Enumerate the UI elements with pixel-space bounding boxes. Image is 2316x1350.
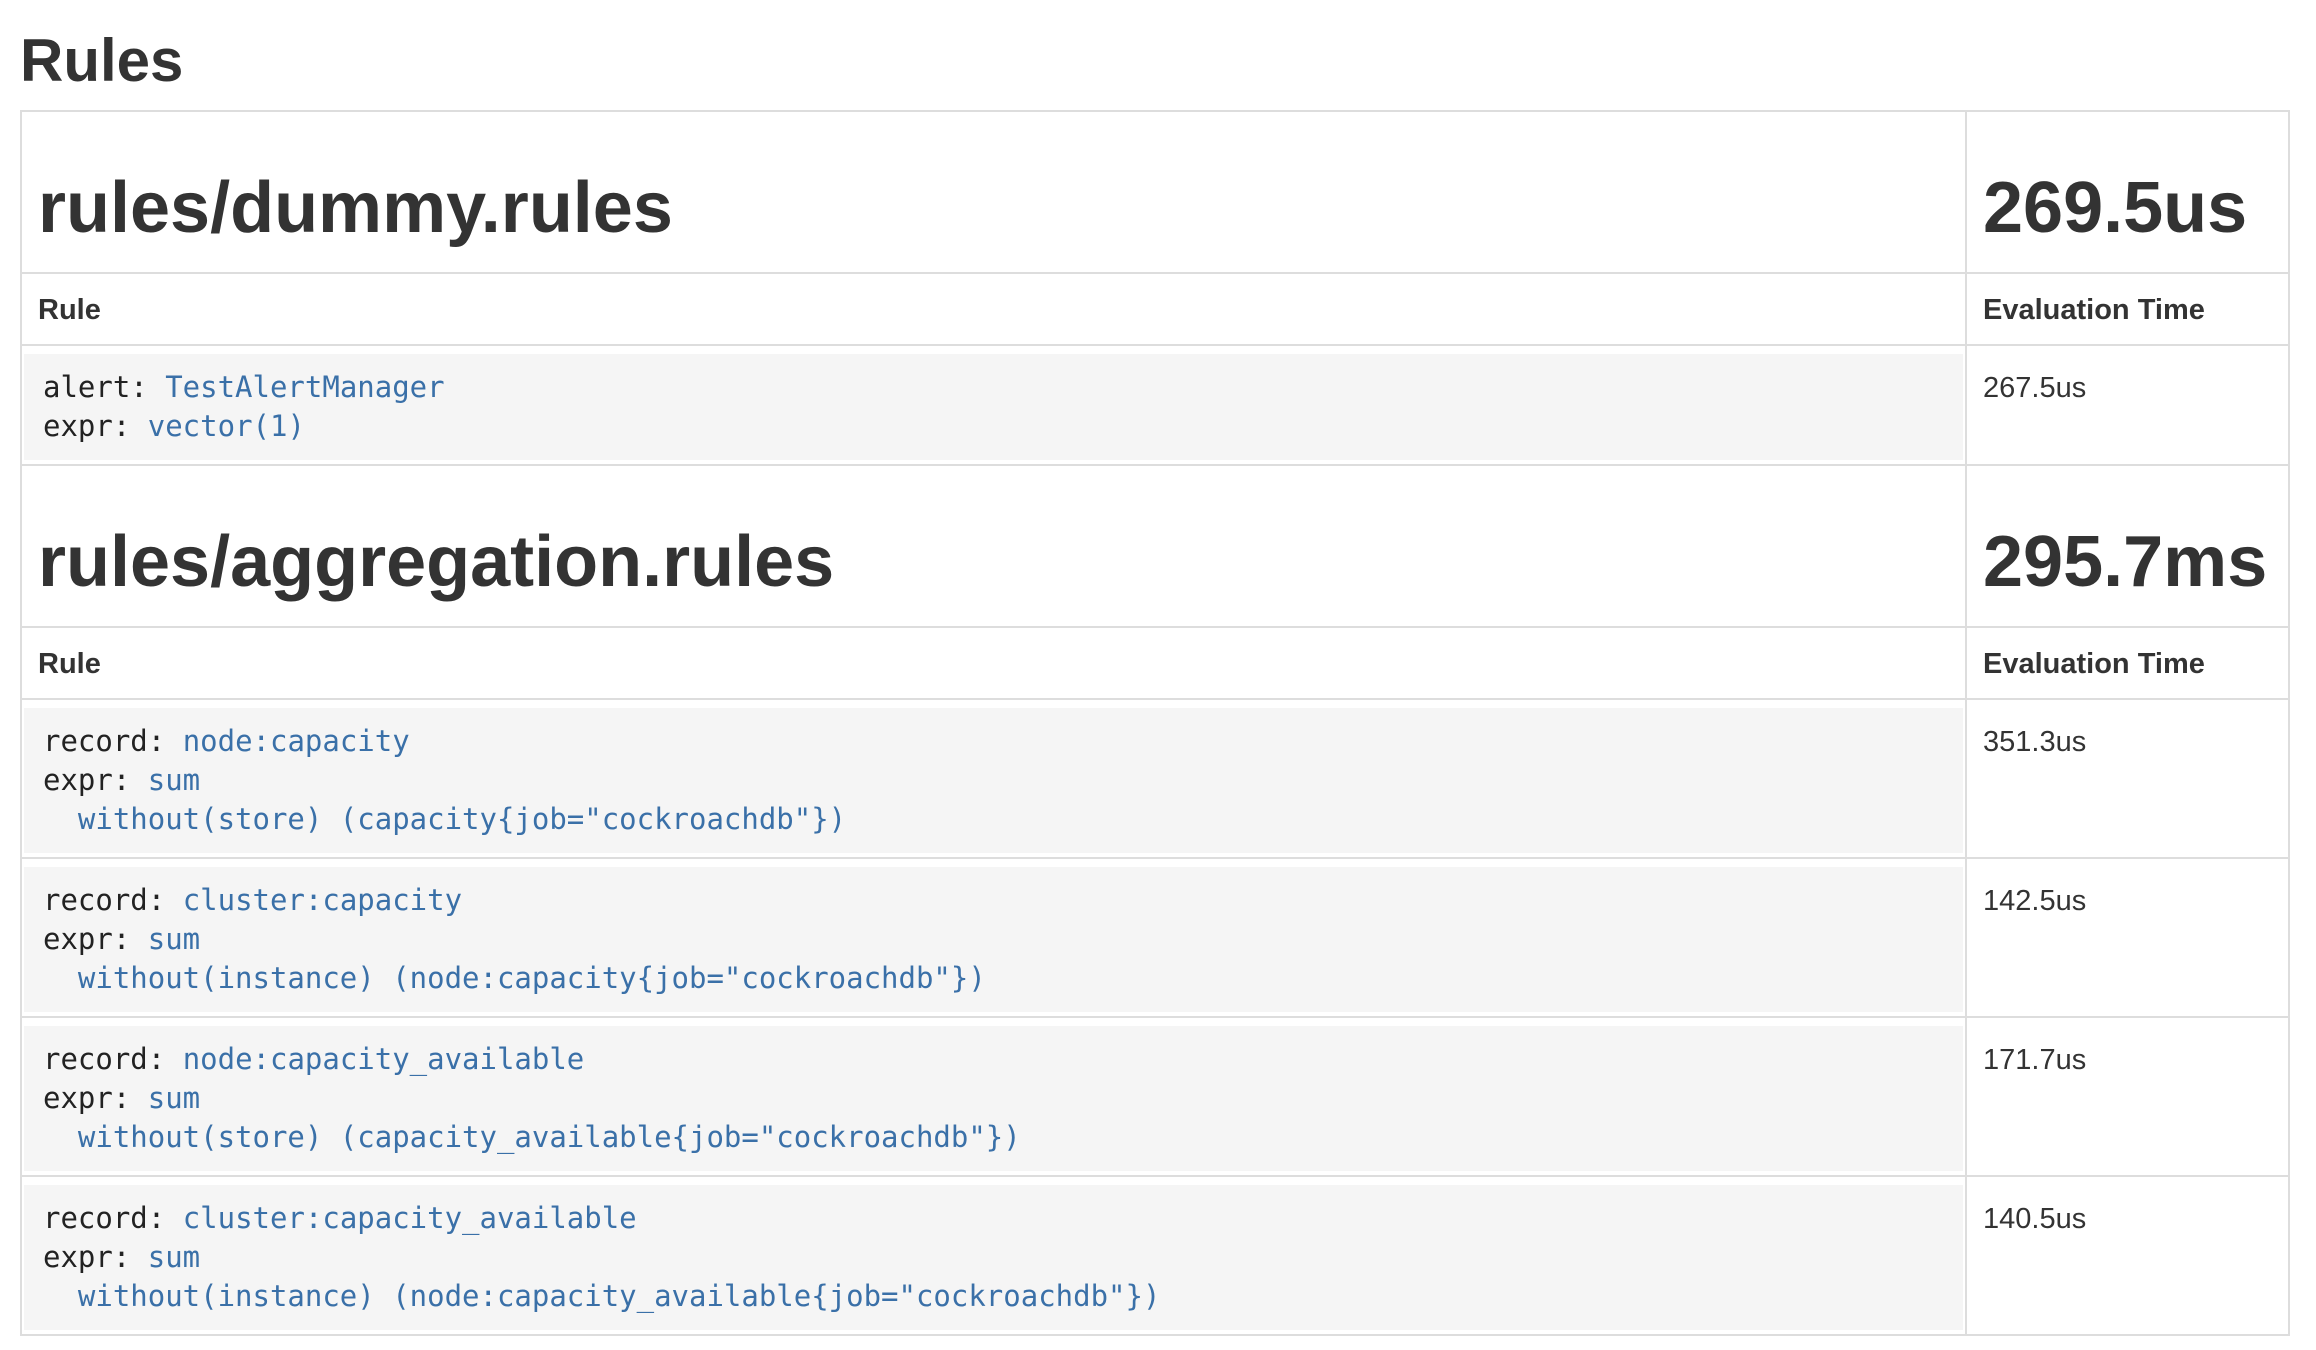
rule-keyword-text: expr: bbox=[43, 763, 148, 797]
rule-expression-link[interactable]: cluster:capacity_available bbox=[183, 1201, 637, 1235]
rule-definition: record: cluster:capacity expr: sum witho… bbox=[24, 867, 1963, 1012]
rule-expression-link[interactable]: sum without(instance) (node:capacity{job… bbox=[43, 922, 986, 995]
group-evaluation-time: 295.7ms bbox=[1983, 522, 2272, 602]
rule-expression-link[interactable]: cluster:capacity bbox=[183, 883, 462, 917]
column-header-row: RuleEvaluation Time bbox=[21, 627, 2289, 699]
rule-evaluation-time-cell: 171.7us bbox=[1966, 1017, 2289, 1176]
rule-expression-link[interactable]: node:capacity bbox=[183, 724, 410, 758]
rules-table-body: rules/dummy.rules269.5usRuleEvaluation T… bbox=[21, 111, 2289, 1335]
rule-cell: record: cluster:capacity_available expr:… bbox=[21, 1176, 1966, 1335]
column-header-row: RuleEvaluation Time bbox=[21, 273, 2289, 345]
rules-table: rules/dummy.rules269.5usRuleEvaluation T… bbox=[20, 110, 2290, 1336]
rule-group-header-row: rules/aggregation.rules 295.7ms bbox=[21, 465, 2289, 627]
group-file-name: rules/aggregation.rules bbox=[38, 522, 1949, 602]
rule-evaluation-time-cell: 140.5us bbox=[1966, 1176, 2289, 1335]
rule-cell: record: node:capacity_available expr: su… bbox=[21, 1017, 1966, 1176]
rules-page: Rules rules/dummy.rules269.5usRuleEvalua… bbox=[0, 28, 2316, 1336]
rule-keyword-text: record: bbox=[43, 724, 183, 758]
rule-keyword-text: expr: bbox=[43, 409, 148, 443]
rule-keyword-text: expr: bbox=[43, 1240, 148, 1274]
page-title: Rules bbox=[20, 28, 2290, 94]
rule-row: record: node:capacity_available expr: su… bbox=[21, 1017, 2289, 1176]
column-header-rule: Rule bbox=[21, 627, 1966, 699]
rule-expression-link[interactable]: sum without(store) (capacity_available{j… bbox=[43, 1081, 1021, 1154]
rule-evaluation-time-cell: 142.5us bbox=[1966, 858, 2289, 1017]
rule-expression-link[interactable]: sum without(instance) (node:capacity_ava… bbox=[43, 1240, 1160, 1313]
group-file-cell: rules/aggregation.rules bbox=[21, 465, 1966, 627]
rule-expression-link[interactable]: node:capacity_available bbox=[183, 1042, 585, 1076]
rule-keyword-text: record: bbox=[43, 1201, 183, 1235]
rule-definition: alert: TestAlertManager expr: vector(1) bbox=[24, 354, 1963, 460]
group-file-cell: rules/dummy.rules bbox=[21, 111, 1966, 273]
rule-cell: record: cluster:capacity expr: sum witho… bbox=[21, 858, 1966, 1017]
rule-row: record: cluster:capacity_available expr:… bbox=[21, 1176, 2289, 1335]
group-evaluation-time-cell: 295.7ms bbox=[1966, 465, 2289, 627]
rule-keyword-text: expr: bbox=[43, 1081, 148, 1115]
rule-cell: alert: TestAlertManager expr: vector(1) bbox=[21, 345, 1966, 465]
rule-expression-link[interactable]: vector(1) bbox=[148, 409, 305, 443]
rule-keyword-text: record: bbox=[43, 883, 183, 917]
rule-keyword-text: expr: bbox=[43, 922, 148, 956]
column-header-rule: Rule bbox=[21, 273, 1966, 345]
group-evaluation-time: 269.5us bbox=[1983, 168, 2272, 248]
rule-evaluation-time-cell: 267.5us bbox=[1966, 345, 2289, 465]
rule-definition: record: cluster:capacity_available expr:… bbox=[24, 1185, 1963, 1330]
column-header-evaluation-time: Evaluation Time bbox=[1966, 627, 2289, 699]
column-header-evaluation-time: Evaluation Time bbox=[1966, 273, 2289, 345]
rule-keyword-text: alert: bbox=[43, 370, 165, 404]
rule-definition: record: node:capacity expr: sum without(… bbox=[24, 708, 1963, 853]
rule-expression-link[interactable]: TestAlertManager bbox=[165, 370, 444, 404]
rule-keyword-text: record: bbox=[43, 1042, 183, 1076]
group-file-name: rules/dummy.rules bbox=[38, 168, 1949, 248]
rule-cell: record: node:capacity expr: sum without(… bbox=[21, 699, 1966, 858]
rule-expression-link[interactable]: sum without(store) (capacity{job="cockro… bbox=[43, 763, 846, 836]
rule-group-header-row: rules/dummy.rules 269.5us bbox=[21, 111, 2289, 273]
group-evaluation-time-cell: 269.5us bbox=[1966, 111, 2289, 273]
rule-definition: record: node:capacity_available expr: su… bbox=[24, 1026, 1963, 1171]
rule-evaluation-time-cell: 351.3us bbox=[1966, 699, 2289, 858]
rule-row: alert: TestAlertManager expr: vector(1)2… bbox=[21, 345, 2289, 465]
rule-row: record: node:capacity expr: sum without(… bbox=[21, 699, 2289, 858]
rule-row: record: cluster:capacity expr: sum witho… bbox=[21, 858, 2289, 1017]
